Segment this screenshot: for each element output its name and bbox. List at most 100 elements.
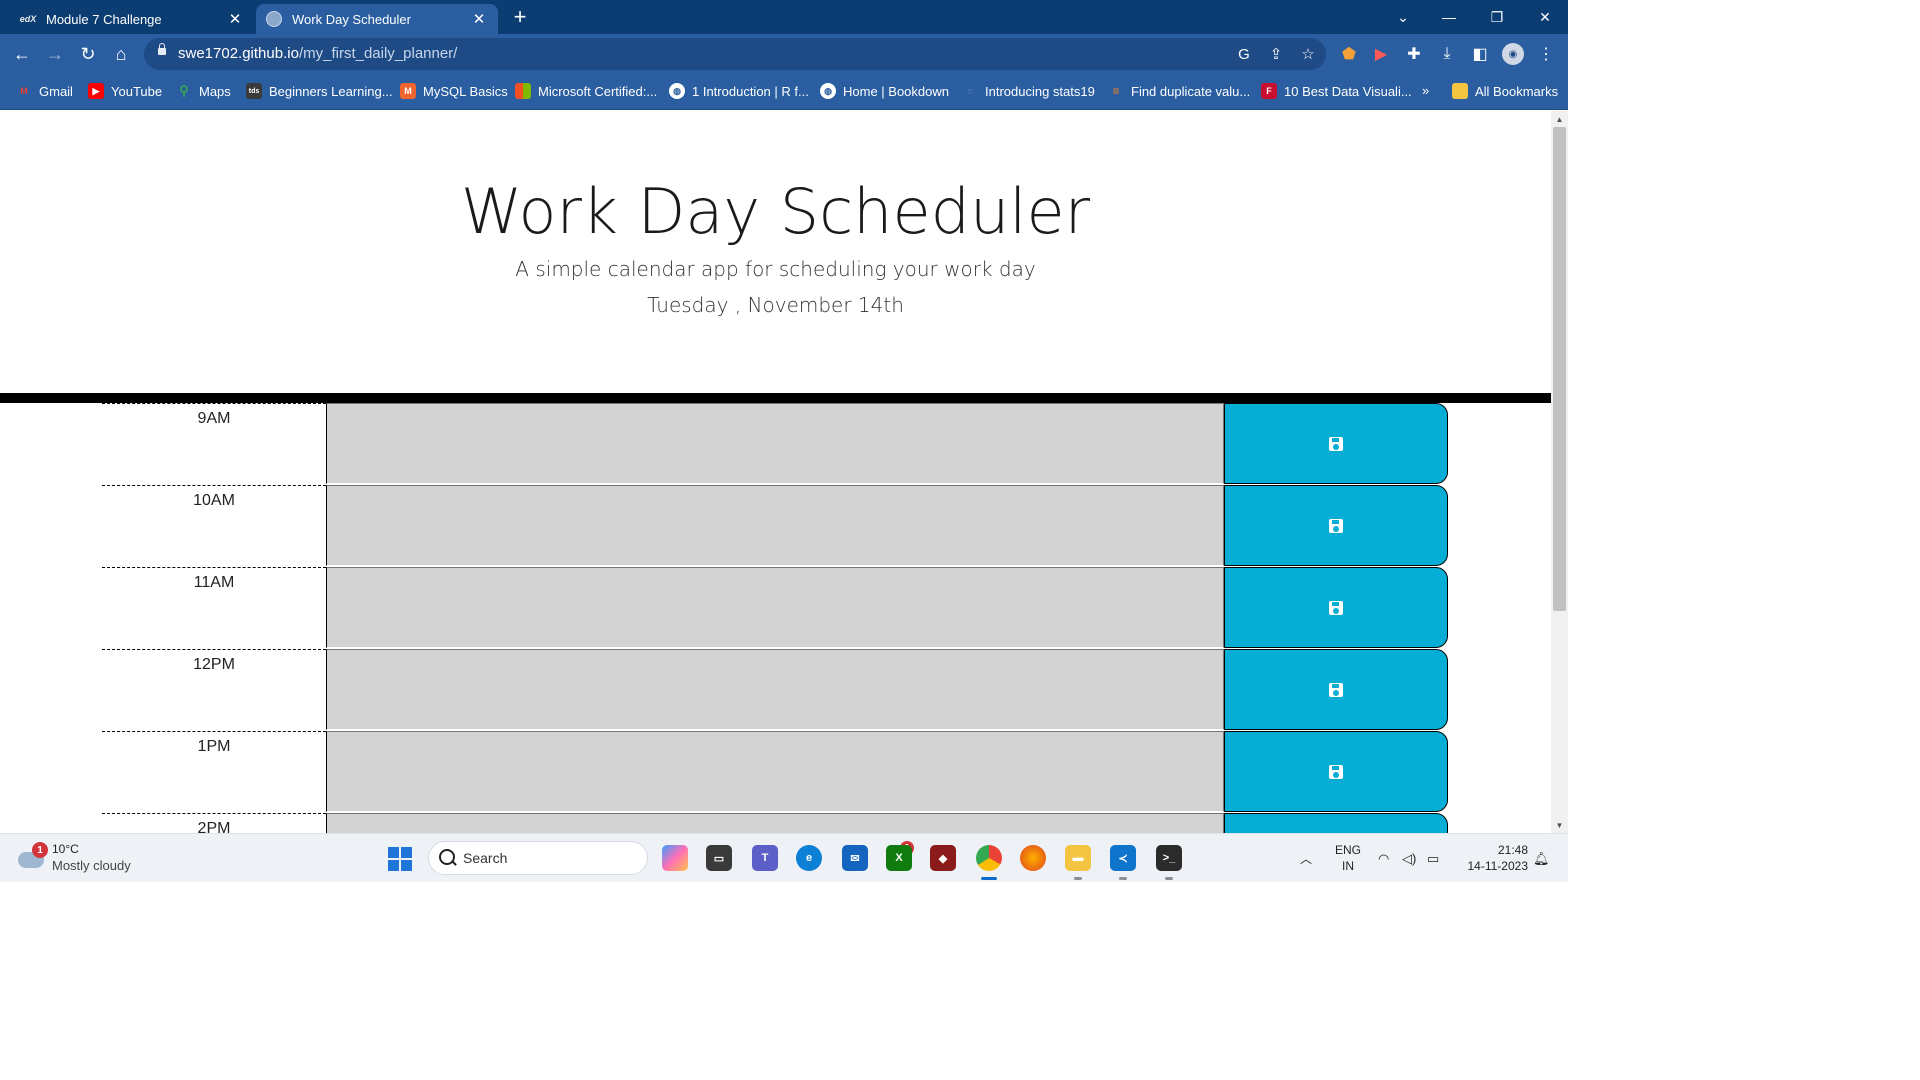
firefox-icon[interactable]	[1020, 845, 1046, 871]
reload-icon[interactable]: ↻	[75, 41, 101, 67]
page-title: Work Day Scheduler	[460, 175, 1091, 248]
extension-shield-icon[interactable]: ⬟	[1338, 43, 1360, 65]
page-lead: A simple calendar app for scheduling you…	[515, 257, 1036, 281]
back-arrow-icon[interactable]: ←	[9, 41, 35, 67]
bookmark-mysql-basics[interactable]: M MySQL Basics	[400, 83, 508, 99]
task-view-icon[interactable]: ▭	[706, 845, 732, 871]
input-language[interactable]: ENG IN	[1330, 842, 1366, 874]
profile-avatar[interactable]: ◉	[1502, 43, 1524, 65]
close-tab-icon[interactable]: ✕	[226, 10, 244, 28]
explorer-indicator	[1074, 877, 1082, 880]
battery-icon[interactable]: ▭	[1427, 834, 1439, 883]
event-description-input[interactable]	[326, 485, 1224, 566]
timeblock-row: 1PM	[102, 731, 1448, 812]
microsoft-icon	[515, 83, 531, 99]
bookmark-microsoft-certified[interactable]: Microsoft Certified:...	[515, 83, 657, 99]
f-icon: F	[1261, 83, 1277, 99]
save-button[interactable]	[1224, 731, 1448, 812]
edx-icon: edX	[19, 14, 37, 24]
scroll-up-arrow-icon[interactable]: ▲	[1551, 111, 1568, 127]
bookmark-beginners-learning[interactable]: tds Beginners Learning...	[246, 83, 393, 99]
bookmark-maps[interactable]: ⚲ Maps	[176, 83, 231, 99]
event-description-input[interactable]	[326, 649, 1224, 730]
bookmark-youtube[interactable]: ▶ YouTube	[88, 83, 162, 99]
close-tab-icon[interactable]: ✕	[470, 10, 488, 28]
globe-icon: ◍	[820, 83, 836, 99]
forward-arrow-icon[interactable]: →	[42, 41, 68, 67]
save-button[interactable]	[1224, 649, 1448, 730]
close-window-button[interactable]: ✕	[1522, 0, 1568, 34]
bookmark-home-bookdown[interactable]: ◍ Home | Bookdown	[820, 83, 949, 99]
globe-icon	[266, 11, 282, 27]
jumbotron-header: Work Day Scheduler A simple calendar app…	[0, 111, 1551, 393]
notification-bell-icon[interactable]: 🔔︎	[1533, 834, 1550, 883]
tab-search-chevron-icon[interactable]: ⌄	[1380, 0, 1426, 34]
teams-icon[interactable]: T	[752, 845, 778, 871]
bookmark-star-icon[interactable]: ☆	[1298, 44, 1318, 64]
lock-icon[interactable]	[158, 43, 166, 55]
google-lens-icon[interactable]: G	[1234, 44, 1254, 64]
bookmark-find-duplicate[interactable]: ≡ Find duplicate valu...	[1108, 83, 1250, 99]
tds-icon: tds	[246, 83, 262, 99]
tab-module-7-challenge[interactable]: edX Module 7 Challenge ✕	[10, 4, 254, 34]
event-description-input[interactable]	[326, 567, 1224, 648]
hour-label: 11AM	[102, 567, 326, 648]
side-panel-icon[interactable]: ◧	[1469, 43, 1491, 65]
edge-icon[interactable]: e	[796, 845, 822, 871]
volume-icon[interactable]: ◁)	[1402, 834, 1416, 883]
minimize-button[interactable]: —	[1426, 0, 1472, 34]
chrome-icon[interactable]	[976, 845, 1002, 871]
save-button[interactable]	[1224, 485, 1448, 566]
event-description-input[interactable]	[326, 731, 1224, 812]
system-clock[interactable]: 21:48 14-11-2023	[1456, 842, 1529, 874]
new-tab-button[interactable]: +	[508, 6, 532, 30]
save-button[interactable]	[1224, 567, 1448, 648]
search-icon	[439, 849, 455, 865]
url-text[interactable]: swe1702.github.io/my_first_daily_planner…	[178, 45, 457, 62]
bookmarks-overflow-button[interactable]: »	[1422, 83, 1429, 98]
event-description-input[interactable]	[326, 813, 1224, 833]
scrollbar-thumb[interactable]	[1553, 127, 1566, 611]
taskbar-search-box[interactable]: Search	[428, 841, 648, 875]
terminal-icon[interactable]: >_	[1156, 845, 1182, 871]
event-description-input[interactable]	[326, 403, 1224, 484]
windows-start-icon[interactable]	[388, 847, 412, 871]
bookmark-gmail[interactable]: M Gmail	[16, 83, 73, 99]
weather-description: Mostly cloudy	[52, 858, 131, 873]
copilot-icon[interactable]	[662, 845, 688, 871]
timeblock-row: 12PM	[102, 649, 1448, 730]
page-scrollbar[interactable]: ▲ ▼	[1551, 111, 1568, 833]
bookmark-best-data-visuali[interactable]: F 10 Best Data Visuali...	[1261, 83, 1412, 99]
all-bookmarks-button[interactable]: All Bookmarks	[1452, 83, 1558, 99]
address-bar[interactable]: swe1702.github.io/my_first_daily_planner…	[144, 38, 1326, 70]
extensions-puzzle-icon[interactable]: ✚	[1403, 43, 1425, 65]
chrome-active-indicator	[981, 877, 997, 880]
timeblock-row: 2PM	[102, 813, 1448, 833]
scroll-down-arrow-icon[interactable]: ▼	[1551, 817, 1568, 833]
home-icon[interactable]: ⌂	[108, 41, 134, 67]
restore-button[interactable]: ❐	[1474, 0, 1520, 34]
floppy-disk-icon	[1329, 518, 1343, 533]
app-red-icon[interactable]: ◆	[930, 845, 956, 871]
bookmark-introducing-stats19[interactable]: ◌ Introducing stats19	[962, 83, 1095, 99]
file-explorer-icon[interactable]: ▬	[1065, 845, 1091, 871]
vscode-icon[interactable]: ≺	[1110, 845, 1136, 871]
terminal-indicator	[1165, 877, 1173, 880]
mysql-icon: M	[400, 83, 416, 99]
download-icon[interactable]: ⤓	[1436, 43, 1458, 65]
mail-icon[interactable]: ✉	[842, 845, 868, 871]
floppy-disk-icon	[1329, 436, 1343, 451]
share-icon[interactable]: ⇪	[1266, 44, 1286, 64]
bookmark-introduction-r[interactable]: ◍ 1 Introduction | R f...	[669, 83, 809, 99]
tab-work-day-scheduler[interactable]: Work Day Scheduler ✕	[256, 4, 498, 34]
wifi-icon[interactable]: ◠	[1378, 834, 1389, 883]
page-viewport: Work Day Scheduler A simple calendar app…	[0, 111, 1551, 833]
kebab-menu-icon[interactable]: ⋮	[1535, 43, 1557, 65]
extension-record-icon[interactable]: ▶	[1370, 43, 1392, 65]
xbox-icon[interactable]: X	[886, 845, 912, 871]
save-button[interactable]	[1224, 403, 1448, 484]
show-hidden-icons-chevron-icon[interactable]: ︿	[1300, 834, 1312, 883]
save-button[interactable]	[1224, 813, 1448, 833]
youtube-icon: ▶	[88, 83, 104, 99]
weather-widget[interactable]: 1 10°C Mostly cloudy	[16, 840, 166, 878]
